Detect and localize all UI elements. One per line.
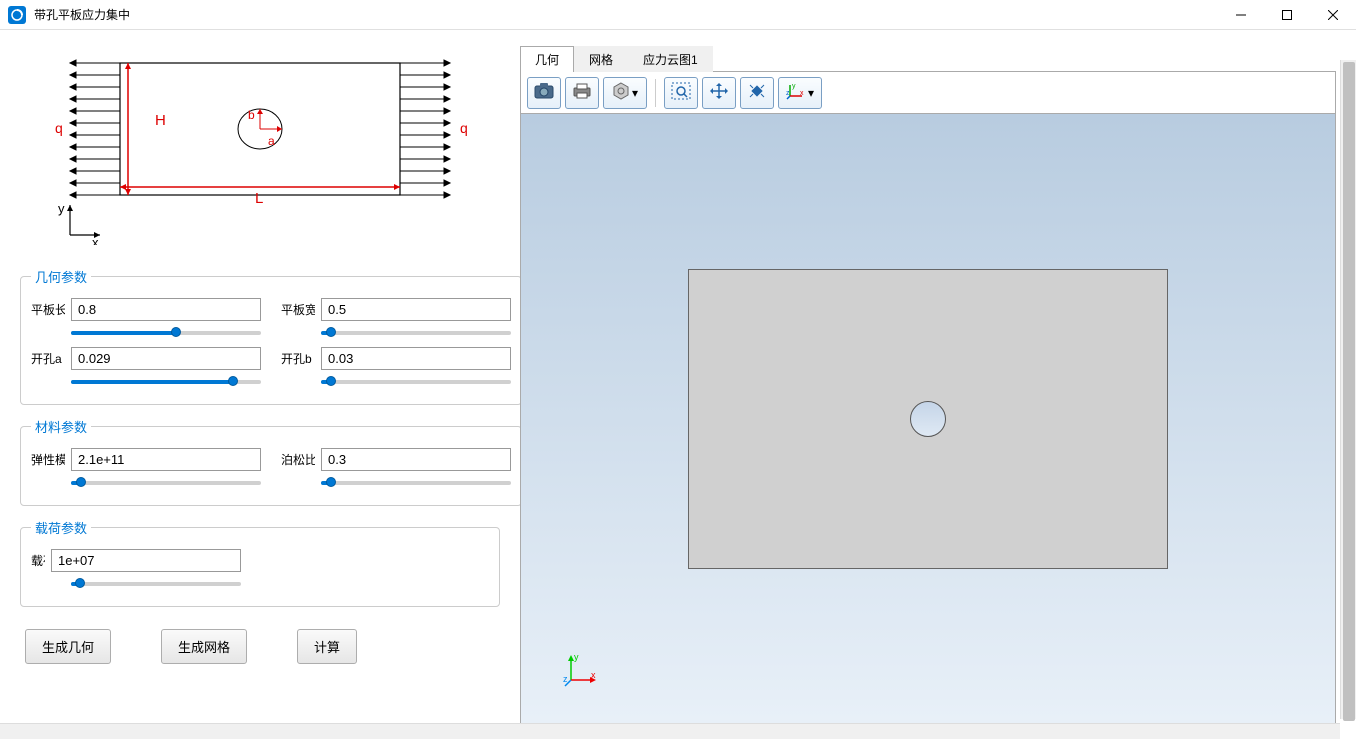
pan-icon [709, 82, 729, 103]
youngs-modulus-label: 弹性模 [31, 451, 65, 468]
load-legend: 载荷参数 [31, 518, 91, 537]
x-axis-label: x [92, 235, 99, 245]
compute-button[interactable]: 计算 [297, 629, 357, 664]
right-panel: 几何 网格 应力云图1 ▾ yxz▾ y x [520, 30, 1356, 739]
vp-x-label: x [591, 670, 596, 680]
titlebar: 带孔平板应力集中 [0, 0, 1356, 30]
axis-orientation-button[interactable]: yx z ▾ [778, 77, 822, 109]
app-icon [8, 6, 26, 24]
hole-b-slider[interactable] [321, 374, 511, 390]
main-content: q q H L a b y x 几何参数 平板长 [0, 30, 1356, 739]
q-left-label: q [55, 120, 63, 136]
camera-icon [534, 82, 554, 103]
plate-width-input[interactable] [321, 298, 511, 321]
render-mode-button[interactable]: ▾ [603, 77, 647, 109]
schematic-diagram: q q H L a b y x [20, 45, 500, 245]
window-controls [1218, 0, 1356, 30]
y-axis-label: y [58, 201, 65, 216]
L-label: L [255, 190, 263, 207]
chevron-down-icon: ▾ [808, 86, 814, 100]
tab-stress-contour[interactable]: 应力云图1 [628, 46, 713, 72]
chevron-down-icon: ▾ [632, 86, 638, 100]
load-slider[interactable] [71, 576, 241, 592]
a-label: a [268, 134, 275, 148]
hole-b-input[interactable] [321, 347, 511, 370]
poisson-ratio-slider[interactable] [321, 475, 511, 491]
plate-length-label: 平板长 [31, 301, 65, 318]
scroll-thumb[interactable] [1343, 62, 1355, 721]
hole-geometry [910, 401, 946, 437]
geometry-params-group: 几何参数 平板长 平板宽 [20, 267, 520, 405]
load-params-group: 载荷参数 载荷 [20, 518, 500, 607]
material-legend: 材料参数 [31, 417, 91, 436]
load-input[interactable] [51, 549, 241, 572]
youngs-modulus-slider[interactable] [71, 475, 261, 491]
plate-length-input[interactable] [71, 298, 261, 321]
left-panel: q q H L a b y x 几何参数 平板长 [0, 30, 520, 739]
viewport-axis-triad: y x z [561, 650, 601, 693]
axis-orient-icon: yx z [786, 82, 806, 103]
action-buttons-row: 生成几何 生成网格 计算 [20, 629, 500, 664]
vp-z-label: z [563, 674, 568, 684]
hole-a-input[interactable] [71, 347, 261, 370]
tab-mesh[interactable]: 网格 [574, 46, 628, 72]
pan-button[interactable] [702, 77, 736, 109]
plate-geometry [688, 269, 1168, 569]
material-params-group: 材料参数 弹性模 泊松比 [20, 417, 520, 506]
H-label: H [155, 112, 166, 129]
fit-view-icon [747, 82, 767, 103]
zoom-box-button[interactable] [664, 77, 698, 109]
generate-mesh-button[interactable]: 生成网格 [161, 629, 247, 664]
maximize-button[interactable] [1264, 0, 1310, 30]
plate-width-label: 平板宽 [281, 301, 315, 318]
snapshot-button[interactable] [527, 77, 561, 109]
window-title: 带孔平板应力集中 [34, 6, 130, 23]
close-button[interactable] [1310, 0, 1356, 30]
geometry-legend: 几何参数 [31, 267, 91, 286]
viewport-toolbar: ▾ yx z ▾ [520, 72, 1336, 114]
print-button[interactable] [565, 77, 599, 109]
print-icon [572, 82, 592, 103]
b-label: b [248, 108, 255, 122]
svg-text:y: y [792, 83, 796, 90]
load-label: 载荷 [31, 552, 45, 569]
minimize-button[interactable] [1218, 0, 1264, 30]
hole-a-slider[interactable] [71, 374, 261, 390]
plate-length-slider[interactable] [71, 325, 261, 341]
toolbar-separator [655, 79, 656, 107]
vertical-scrollbar[interactable] [1340, 60, 1356, 719]
poisson-ratio-input[interactable] [321, 448, 511, 471]
tab-geometry[interactable]: 几何 [520, 46, 574, 72]
vp-y-label: y [574, 652, 579, 662]
geometry-viewport[interactable]: y x z [520, 114, 1336, 724]
plate-width-slider[interactable] [321, 325, 511, 341]
poisson-ratio-label: 泊松比 [281, 451, 315, 468]
view-tabs: 几何 网格 应力云图1 [520, 45, 1336, 72]
q-right-label: q [460, 120, 468, 136]
render-mode-icon [612, 82, 630, 103]
generate-geometry-button[interactable]: 生成几何 [25, 629, 111, 664]
svg-text:z: z [786, 90, 790, 97]
hole-a-label: 开孔a [31, 350, 65, 367]
fit-view-button[interactable] [740, 77, 774, 109]
zoom-box-icon [671, 82, 691, 103]
horizontal-scrollbar[interactable] [0, 723, 1340, 739]
svg-text:x: x [800, 90, 804, 97]
hole-b-label: 开孔b [281, 350, 315, 367]
youngs-modulus-input[interactable] [71, 448, 261, 471]
